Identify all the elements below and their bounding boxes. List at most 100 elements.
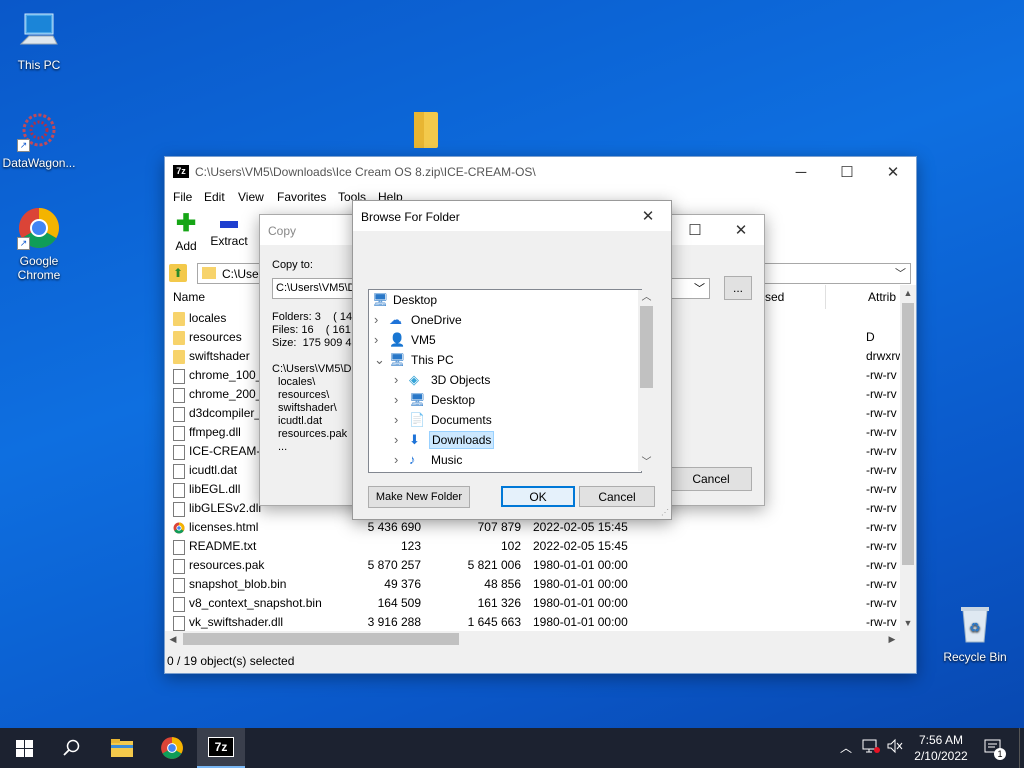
scroll-right-arrow-icon[interactable]: ▶ (884, 631, 900, 647)
chevron-down-icon[interactable]: ﹀ (694, 280, 705, 296)
up-folder-icon[interactable]: ⬆ (169, 264, 187, 282)
chevron-right-icon[interactable]: › (394, 410, 398, 430)
window-title: C:\Users\VM5\Downloads\Ice Cream OS 8.zi… (195, 165, 536, 179)
tree-item[interactable]: › ⬇ Downloads (369, 430, 639, 450)
folder-tree[interactable]: 🖥 Desktop › ☁ OneDrive › 👤 VM5 ⌄ 🖥 This PC › ◈ 3D Obj… (368, 289, 642, 473)
file-icon (173, 483, 185, 498)
scroll-thumb[interactable] (183, 633, 459, 645)
cancel-button[interactable]: Cancel (579, 486, 655, 507)
cell-attrib: -rw-rv (866, 482, 897, 496)
tree-item[interactable]: ⌄ 🖥 This PC (369, 350, 639, 370)
status-text: 0 / 19 object(s) selected (167, 654, 295, 668)
taskbar-7zip[interactable]: 7z (197, 728, 245, 768)
close-button[interactable]: ✕ (625, 201, 671, 231)
table-row[interactable]: licenses.html 5 436 690 707 879 2022-02-05 … (165, 518, 900, 537)
maximize-button[interactable]: ☐ (672, 215, 718, 245)
scroll-thumb[interactable] (640, 306, 653, 388)
column-header-used[interactable]: sed (765, 290, 784, 304)
tree-item[interactable]: › ◈ 3D Objects (369, 370, 639, 390)
file-icon (173, 407, 185, 422)
chevron-down-icon[interactable]: ⌄ (374, 350, 385, 370)
start-button[interactable] (0, 728, 48, 768)
copy-item: resources.pak (278, 428, 348, 440)
table-row[interactable]: resources.pak 5 870 257 5 821 006 1980-01-0… (165, 556, 900, 575)
cell-name: d3dcompiler_ (189, 406, 262, 420)
tree-item[interactable]: › 🖥 Desktop (369, 390, 639, 410)
resize-grip-icon[interactable]: ⋰ (661, 508, 669, 517)
chevron-right-icon[interactable]: › (394, 370, 398, 390)
clock[interactable]: 7:56 AM 2/10/2022 (908, 732, 974, 764)
search-button[interactable] (48, 728, 96, 768)
chevron-right-icon[interactable]: › (394, 390, 398, 410)
tree-item[interactable]: › ♪ Music (369, 450, 639, 470)
table-row[interactable]: vk_swiftshader.dll 3 916 288 1 645 663 1980… (165, 613, 900, 631)
add-button[interactable]: ✚ Add (171, 210, 201, 255)
horizontal-scrollbar[interactable]: ◀ ▶ (165, 631, 900, 647)
desktop-icon-this-pc[interactable]: This PC (1, 10, 77, 72)
folder-icon (173, 312, 185, 326)
vertical-scrollbar[interactable]: ▲ ▼ (900, 285, 916, 631)
browse-for-folder-dialog: Browse For Folder ✕ 🖥 Desktop › ☁ OneDrive › 👤… (352, 200, 672, 520)
extract-label: Extract (210, 234, 248, 248)
scroll-up-arrow-icon[interactable]: ▲ (900, 285, 916, 301)
column-header-name[interactable]: Name (173, 290, 205, 304)
ok-button[interactable]: OK (501, 486, 575, 507)
title-bar[interactable]: 7z C:\Users\VM5\Downloads\Ice Cream OS 8… (165, 157, 916, 187)
table-row[interactable]: v8_context_snapshot.bin 164 509 161 326 198… (165, 594, 900, 613)
chevron-right-icon[interactable]: › (394, 450, 398, 470)
browse-button[interactable]: ... (724, 276, 752, 300)
scroll-left-arrow-icon[interactable]: ◀ (165, 631, 181, 647)
copy-item: ... (278, 441, 288, 453)
desktop-icon-datawagon[interactable]: ↗ DataWagon... (1, 108, 77, 170)
cell-packed: 48 856 (484, 577, 521, 591)
menu-file[interactable]: File (173, 190, 192, 204)
scroll-up-arrow-icon[interactable]: ︿ (638, 290, 655, 306)
browse-dialog-title-bar[interactable]: Browse For Folder ✕ (353, 201, 671, 231)
tree-item[interactable]: › ☁ OneDrive (369, 310, 639, 330)
table-row[interactable]: snapshot_blob.bin 49 376 48 856 1980-01-01 … (165, 575, 900, 594)
folder-icon (173, 331, 185, 345)
column-divider[interactable] (825, 285, 826, 309)
scroll-down-arrow-icon[interactable]: ▼ (900, 615, 916, 631)
make-new-folder-button[interactable]: Make New Folder (368, 486, 470, 508)
cell-attrib: -rw-rv (866, 368, 897, 382)
close-button[interactable]: ✕ (870, 157, 916, 187)
table-row[interactable]: README.txt 123 102 2022-02-05 15:45 -rw-rv (165, 537, 900, 556)
chevron-right-icon[interactable]: › (374, 310, 378, 330)
maximize-button[interactable]: ☐ (824, 157, 870, 187)
network-icon[interactable] (862, 738, 880, 754)
desktop-icon-recycle-bin[interactable]: ♻ Recycle Bin (937, 602, 1013, 664)
cell-name: ICE-CREAM-C (189, 444, 269, 458)
desktop-icon-google-chrome[interactable]: ↗ Google Chrome (1, 206, 77, 282)
chevron-right-icon[interactable]: › (374, 330, 378, 350)
taskbar-chrome[interactable] (148, 728, 196, 768)
column-header-attrib[interactable]: Attrib (868, 290, 896, 304)
menu-view[interactable]: View (238, 190, 264, 204)
tree-item-label: Music (431, 453, 463, 467)
volume-muted-icon[interactable] (886, 738, 904, 754)
copy-cancel-button[interactable]: Cancel (670, 467, 752, 491)
action-center-button[interactable]: 1 (984, 738, 1006, 760)
tree-item[interactable]: 🖥 Desktop (369, 290, 639, 310)
tree-item[interactable]: › 👤 VM5 (369, 330, 639, 350)
taskbar-file-explorer[interactable] (98, 728, 146, 768)
scroll-down-arrow-icon[interactable]: ﹀ (638, 455, 655, 471)
close-button[interactable]: ✕ (718, 215, 764, 245)
cell-size: 164 509 (377, 596, 421, 610)
scroll-thumb[interactable] (902, 303, 914, 565)
show-desktop-button[interactable] (1019, 728, 1024, 768)
chevron-right-icon[interactable]: › (394, 430, 398, 450)
menu-favorites[interactable]: Favorites (277, 190, 326, 204)
desktop-icon-label: This PC (17, 58, 61, 72)
tree-item[interactable]: › 📄 Documents (369, 410, 639, 430)
plus-icon: ✚ (175, 210, 197, 237)
chrome-icon: ↗ (17, 206, 61, 250)
menu-edit[interactable]: Edit (204, 190, 225, 204)
cell-size: 5 436 690 (367, 520, 421, 534)
extract-button[interactable]: Extract (209, 213, 249, 255)
minimize-button[interactable]: ─ (778, 157, 824, 187)
tree-vertical-scrollbar[interactable]: ︿ ﹀ (638, 290, 655, 471)
show-hidden-icons-chevron-icon[interactable]: ︿ (840, 739, 852, 756)
computer-icon (17, 10, 61, 54)
chevron-down-icon[interactable]: ﹀ (895, 265, 906, 281)
